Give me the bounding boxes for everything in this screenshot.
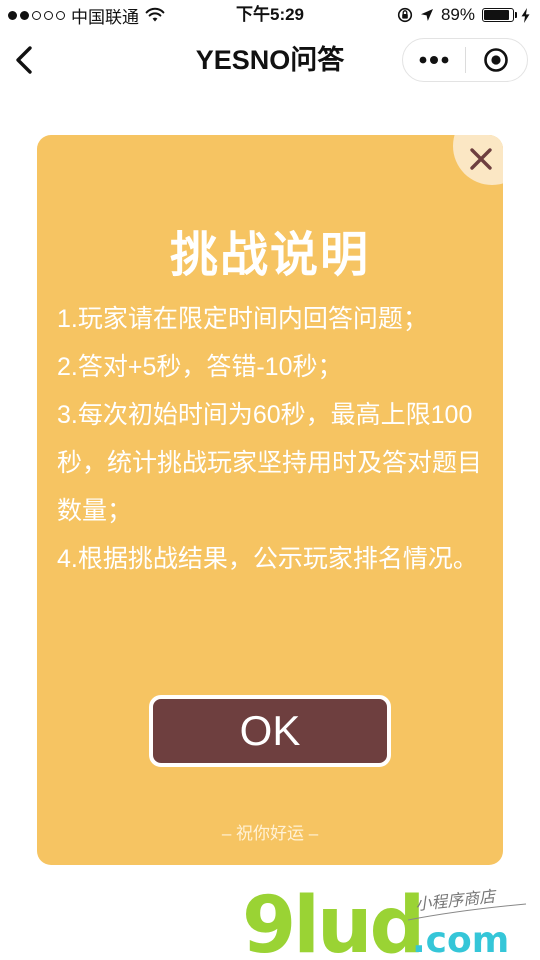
signal-dots-icon (8, 10, 65, 20)
rules-modal: 挑战说明 1.玩家请在限定时间内回答问题； 2.答对+5秒，答错-10秒； 3.… (37, 135, 503, 865)
status-left: 中国联通 (8, 0, 165, 30)
carrier-label: 中国联通 (71, 7, 139, 27)
charging-bolt-icon (521, 7, 530, 23)
nav-bar: YESNO问答 (0, 30, 540, 90)
close-x-icon[interactable] (469, 147, 493, 171)
more-dots-icon (419, 56, 449, 64)
battery-icon (482, 8, 517, 22)
battery-percent: 89% (440, 5, 475, 24)
watermark-domain: .com (412, 920, 509, 960)
location-arrow-icon (420, 9, 433, 21)
battery-fill (484, 10, 509, 20)
good-luck-text: – 祝你好运 – (221, 824, 319, 843)
more-button[interactable] (403, 39, 465, 81)
rule-item: 3.每次初始时间为60秒，最高上限100秒，统计挑战玩家坚持用时及答对题目数量； (57, 401, 483, 525)
watermark-logo: 9lud .com 小程序商店 (242, 881, 527, 960)
rule-item: 2.答对+5秒，答错-10秒； (57, 353, 343, 381)
target-circle-icon (484, 48, 509, 72)
ok-button[interactable]: OK (149, 695, 391, 767)
orientation-lock-icon (397, 7, 413, 23)
modal-title: 挑战说明 (169, 229, 370, 282)
status-right: 89% (397, 0, 530, 30)
rule-item: 1.玩家请在限定时间内回答问题； (57, 305, 428, 333)
rules-list: 1.玩家请在限定时间内回答问题； 2.答对+5秒，答错-10秒； 3.每次初始时… (57, 295, 487, 583)
exit-button[interactable] (466, 39, 528, 81)
status-bar: 中国联通 下午5:29 89% (0, 0, 540, 30)
rule-item: 4.根据挑战结果，公示玩家排名情况。 (57, 545, 478, 573)
wifi-icon (145, 7, 165, 22)
watermark-brand: 9lud (242, 881, 422, 960)
watermark-tagline: 小程序商店 (414, 887, 498, 914)
miniprogram-capsule (402, 38, 528, 82)
